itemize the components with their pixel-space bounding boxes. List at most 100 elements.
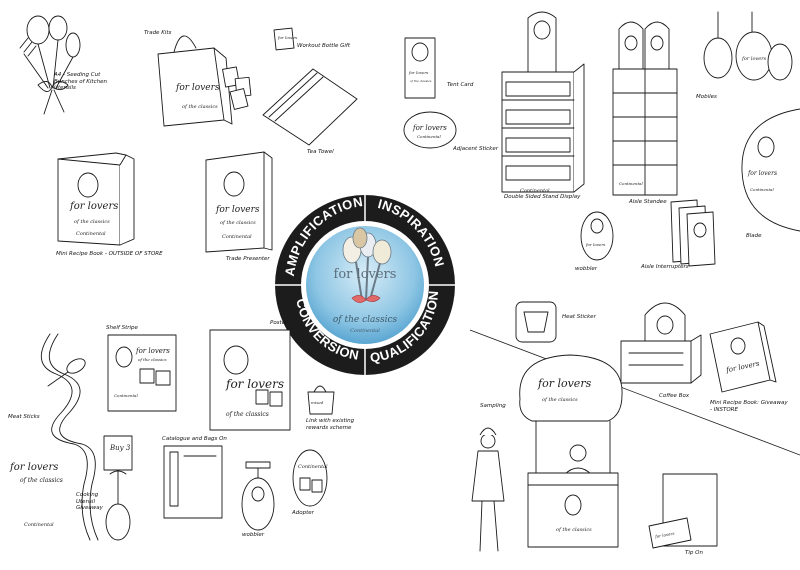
trade-kits-bag-icon: for lovers of the classics (157, 35, 252, 127)
poster-icon: for lovers of the classics (209, 329, 291, 431)
cooking-utensil-icon: Buy 3 (103, 435, 133, 541)
aisle-standee-icon: Continental (612, 21, 678, 196)
adopter-icon: Continental (292, 449, 328, 507)
tip-on-sketch: for lovers Tip On (645, 470, 725, 562)
blade-sketch: for lovers Continental Blade (728, 105, 800, 245)
label-mini-recipe-book-top: Mini Recipe Book - OUTSIDE OF STORE (56, 251, 163, 257)
svg-text:for lovers: for lovers (537, 377, 592, 390)
tent-card-icon: for lovers of the classics for lovers Co… (403, 37, 457, 149)
cooking-utensil-sketch: Buy 3 Cooking Utensil Giveaway (76, 410, 145, 545)
shelf-stripe-icon: for lovers of the classics Continental (107, 334, 177, 412)
svg-text:of the classics: of the classics (74, 219, 110, 225)
tea-towel-sketch: for lovers Workout Bottle Gift Tea Towel (255, 25, 365, 155)
trade-presenter-sketch: for lovers of the classics Continental T… (200, 148, 280, 270)
hub-logo-brand: Continental (350, 328, 380, 334)
label-aisle-interrupters: Aisle Interrupters (641, 264, 689, 270)
label-mini-recipe-book-bottom: Mini Recipe Book: Giveaway - INSTORE (710, 400, 788, 413)
svg-text:for lovers: for lovers (408, 70, 428, 75)
label-trade-presenter: Trade Presenter (226, 256, 270, 262)
svg-text:Continental: Continental (750, 187, 774, 192)
svg-text:Continental: Continental (619, 181, 643, 186)
tent-card-sketch: for lovers of the classics for lovers Co… (395, 30, 500, 165)
label-wobbler-top: wobbler (575, 266, 598, 272)
svg-text:of the classics: of the classics (138, 357, 167, 362)
rewards-sketch: mixed Link with existing rewards scheme (300, 378, 370, 436)
aisle-interrupters-icon (670, 199, 716, 267)
mini-recipe-book-top-sketch: for lovers of the classics Continental M… (48, 145, 163, 265)
label-meat-sticks: Meat Sticks (8, 414, 40, 420)
label-wobbler-bottom: wobbler (242, 532, 265, 538)
pack-buy-label: Buy 3 (109, 444, 131, 452)
svg-text:for lovers: for lovers (215, 205, 260, 215)
svg-text:of the classics: of the classics (20, 477, 63, 484)
heat-sticker-icon (515, 301, 557, 343)
label-kitchen-utensils: A4 - Seeding Cut Bunches of Kitchen Uten… (54, 72, 107, 92)
hub-logo-title: for lovers (334, 267, 397, 282)
svg-text:for lovers: for lovers (412, 124, 447, 132)
wobbler-bottom-icon (241, 461, 275, 531)
svg-text:Continental: Continental (417, 134, 441, 139)
svg-text:for lovers: for lovers (135, 347, 170, 355)
svg-text:of the classics: of the classics (182, 104, 218, 110)
svg-text:Continental: Continental (298, 464, 328, 470)
trade-kits-sketch: Trade Kits for lovers of the classics (140, 20, 270, 130)
svg-text:for lovers: for lovers (9, 462, 58, 473)
wobbler-top-icon: for lovers (580, 211, 614, 261)
mini-recipe-book-bottom-sketch: for lovers Mini Recipe Book: Giveaway - … (700, 312, 800, 430)
label-floor-stand: Double Sided Stand Display (504, 194, 581, 200)
svg-text:of the classics: of the classics (226, 411, 269, 418)
catalogue-icon (163, 445, 223, 519)
label-adopter: Adopter (292, 510, 314, 516)
svg-text:for lovers: for lovers (585, 242, 605, 247)
tip-on-icon: for lovers (648, 473, 718, 549)
wobbler-bottom-sketch: wobbler (236, 458, 286, 550)
svg-text:mixed: mixed (311, 400, 324, 405)
svg-text:of the classics: of the classics (542, 397, 578, 403)
label-aisle-standee: Aisle Standee (629, 199, 667, 205)
label-tent-card: Tent Card (447, 82, 474, 88)
floor-stand-icon: Continental (501, 11, 585, 194)
label-tip-on: Tip On (685, 550, 703, 556)
catalogue-sketch: Catalogue and Bags On (160, 436, 230, 520)
trade-presenter-icon: for lovers of the classics Continental (205, 151, 273, 253)
mini-recipe-book-bottom-icon: for lovers (709, 321, 777, 393)
svg-text:for lovers: for lovers (277, 35, 297, 40)
blade-icon: for lovers Continental (741, 108, 800, 232)
label-workout-bottle: Workout Bottle Gift (297, 43, 350, 49)
label-blade: Blade (746, 233, 762, 239)
mobiles-sketch: for lovers Mobiles (696, 11, 795, 112)
adopter-sketch: Continental Adopter (288, 446, 338, 526)
svg-text:of the classics: of the classics (556, 527, 592, 533)
aisle-standee-sketch: Continental Aisle Standee (605, 15, 685, 215)
svg-text:for lovers: for lovers (175, 83, 220, 93)
label-coffee-box: Coffee Box (659, 393, 690, 399)
hub-logo-subtitle: of the classics (333, 315, 398, 325)
svg-text:of the classics: of the classics (220, 220, 256, 226)
svg-text:for lovers: for lovers (741, 56, 767, 62)
heat-sticker-sketch: Heat Sticker (510, 296, 596, 356)
label-tea-towel: Tea Towel (307, 149, 334, 155)
coffee-box-sketch: Coffee Box (615, 295, 705, 407)
floor-stand-sketch: Continental Double Sided Stand Display (492, 8, 592, 203)
sampling-booth-icon: for lovers of the classics of the classi… (471, 354, 623, 552)
label-cooking-utensil: Cooking Utensil Giveaway (76, 492, 103, 512)
svg-text:Continental: Continental (114, 393, 138, 398)
label-link-existing: Link with existing rewards scheme (306, 418, 355, 431)
gift-bag-icon: mixed (307, 385, 335, 415)
poster-sketch: Poster for lovers of the classics (206, 320, 292, 432)
svg-text:Continental: Continental (222, 234, 252, 240)
wobbler-top-sketch: for lovers wobbler (575, 208, 617, 280)
utensil-bunch-icon (19, 15, 81, 115)
svg-text:for lovers: for lovers (69, 201, 118, 212)
svg-text:for lovers: for lovers (225, 377, 284, 391)
svg-text:Continental: Continental (76, 231, 106, 237)
svg-text:Continental: Continental (24, 522, 54, 528)
shelf-stripe-sketch: Shelf Stripe for lovers of the classics … (104, 325, 184, 415)
sampling-sketch: Sampling for lovers of the classics of t… (460, 354, 630, 555)
aisle-interrupters-sketch: Aisle Interrupters (641, 198, 730, 278)
coffee-box-icon (620, 302, 702, 384)
label-mobiles: Mobiles (696, 94, 717, 100)
svg-text:for lovers: for lovers (747, 170, 777, 177)
mini-recipe-book-top-icon: for lovers of the classics Continental (57, 152, 135, 246)
utensil-bunch-sketch: A4 - Seeding Cut Bunches of Kitchen Uten… (8, 10, 107, 120)
